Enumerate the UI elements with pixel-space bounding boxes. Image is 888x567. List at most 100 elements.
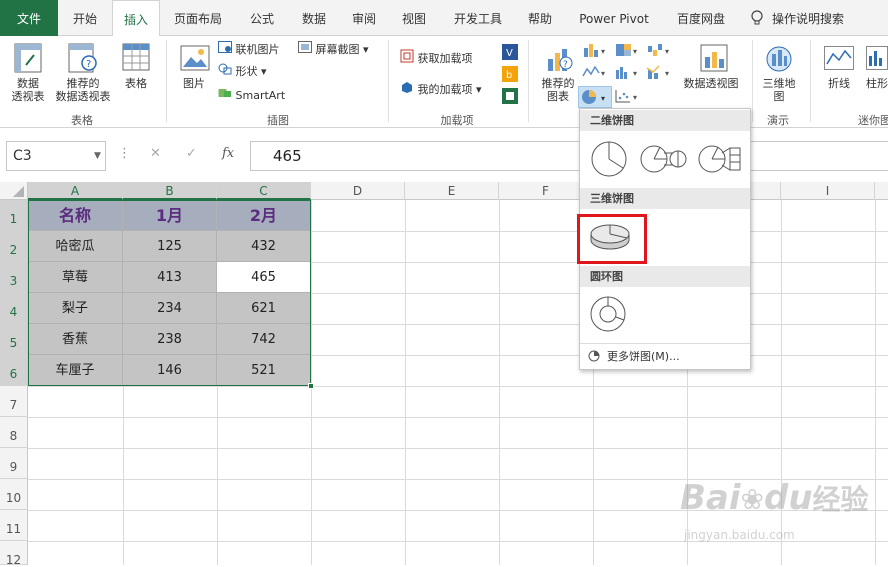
hierarchy-chart-icon[interactable]: ▾ <box>614 42 642 61</box>
grid-line <box>28 417 888 418</box>
picture-button[interactable]: 图片 <box>176 77 212 90</box>
tab-page-layout[interactable]: 页面布局 <box>164 0 232 36</box>
recommended-pivot-button[interactable]: 推荐的 数据透视表 <box>52 77 114 103</box>
tab-baidu-netdisk[interactable]: 百度网盘 <box>668 0 734 36</box>
tab-file[interactable]: 文件 <box>0 0 58 36</box>
section-donut: 圆环图 <box>580 266 750 287</box>
shapes-button[interactable]: 形状 ▾ <box>218 63 267 81</box>
donut-option[interactable] <box>589 295 627 336</box>
waterfall-chart-icon[interactable]: ▾ <box>646 42 674 61</box>
tab-help[interactable]: 帮助 <box>518 0 562 36</box>
more-pie-charts[interactable]: 更多饼图(M)... <box>588 348 680 365</box>
row-header-1[interactable]: 1 <box>0 200 28 231</box>
recommended-charts-button[interactable]: 推荐的 图表 <box>536 77 580 103</box>
ribbon-separator <box>752 40 753 122</box>
get-addins-button[interactable]: 获取加载项 <box>400 49 473 67</box>
row-header-9[interactable]: 9 <box>0 448 28 479</box>
shapes-icon <box>218 63 232 81</box>
column-header-d[interactable]: D <box>311 182 405 200</box>
insert-function-icon[interactable]: fx <box>222 146 234 161</box>
column-header-b[interactable]: B <box>123 182 217 200</box>
row-header-12[interactable]: 12 <box>0 541 28 567</box>
name-box[interactable]: C3 <box>6 141 106 171</box>
combo-chart-icon[interactable]: ▾ <box>646 64 674 83</box>
bar-of-pie-option[interactable] <box>698 142 744 179</box>
group-label-sparklines: 迷你图 <box>858 114 888 127</box>
pie-2d-option[interactable] <box>590 140 628 181</box>
row-header-10[interactable]: 10 <box>0 479 28 510</box>
enter-check-icon[interactable]: ✓ <box>186 146 197 161</box>
svg-text:▾: ▾ <box>633 93 637 102</box>
row-header-11[interactable]: 11 <box>0 510 28 541</box>
3d-map-button[interactable]: 三维地 图 <box>756 77 802 103</box>
smartart-button[interactable]: SmartArt <box>218 87 285 105</box>
row-header-8[interactable]: 8 <box>0 417 28 448</box>
sparkline-column-icon <box>866 46 888 73</box>
fill-handle[interactable] <box>308 383 314 389</box>
tab-formulas[interactable]: 公式 <box>240 0 284 36</box>
ribbon-separator <box>528 40 529 122</box>
paw-icon: ❀ <box>740 483 764 516</box>
tab-insert[interactable]: 插入 <box>112 0 160 37</box>
row-header-4[interactable]: 4 <box>0 293 28 324</box>
formula-input[interactable]: 465 <box>250 141 888 171</box>
column-chart-icon[interactable]: ▾ <box>582 42 610 61</box>
row-header-5[interactable]: 5 <box>0 324 28 355</box>
line-chart-icon[interactable]: ▾ <box>582 64 610 83</box>
my-addins-button[interactable]: 我的加载项 ▾ <box>400 80 482 98</box>
selection-range-border <box>28 200 311 386</box>
svg-text:▾: ▾ <box>665 69 669 78</box>
statistic-chart-icon[interactable]: ▾ <box>614 64 642 83</box>
tell-me-search[interactable]: 操作说明搜索 <box>772 0 858 36</box>
chevron-down-icon[interactable]: ▼ <box>94 151 101 161</box>
tab-home[interactable]: 开始 <box>60 0 110 36</box>
online-picture-icon <box>218 41 232 59</box>
pivot-table-button[interactable]: 数据 透视表 <box>6 77 50 103</box>
people-graph-icon[interactable] <box>502 88 518 107</box>
online-pictures-button[interactable]: 联机图片 <box>218 41 280 59</box>
recommended-charts-icon: ? <box>546 45 574 76</box>
tab-view[interactable]: 视图 <box>392 0 436 36</box>
group-label-addins: 加载项 <box>440 114 474 127</box>
pivot-chart-icon <box>700 44 728 75</box>
cancel-icon[interactable]: ✕ <box>150 146 161 161</box>
column-header-e[interactable]: E <box>405 182 499 200</box>
highlight-box <box>577 214 647 264</box>
sparkline-line-button[interactable]: 折线 <box>822 77 856 90</box>
svg-text:▾: ▾ <box>601 94 605 103</box>
pivot-chart-button[interactable]: 数据透视图 <box>676 77 746 90</box>
select-all-corner[interactable] <box>0 182 28 200</box>
row-header-7[interactable]: 7 <box>0 386 28 417</box>
group-label-tables: 表格 <box>71 114 93 127</box>
tab-power-pivot[interactable]: Power Pivot <box>574 0 654 36</box>
tab-developer[interactable]: 开发工具 <box>446 0 510 36</box>
ribbon-separator <box>388 40 389 122</box>
screenshot-button[interactable]: 屏幕截图 ▾ <box>298 41 369 59</box>
menu-divider <box>580 343 750 344</box>
row-header-3[interactable]: 3 <box>0 262 28 293</box>
grid-line <box>28 386 888 387</box>
ribbon-separator <box>810 40 811 122</box>
globe-icon <box>764 44 794 77</box>
column-header-a[interactable]: A <box>28 182 123 200</box>
svg-text:▾: ▾ <box>601 47 605 56</box>
tab-review[interactable]: 审阅 <box>342 0 386 36</box>
column-header-i[interactable]: I <box>781 182 875 200</box>
pie-of-pie-option[interactable] <box>640 142 688 179</box>
scatter-chart-icon[interactable]: ▾ <box>614 88 642 107</box>
bing-icon[interactable]: b <box>502 66 518 85</box>
row-header-6[interactable]: 6 <box>0 355 28 386</box>
more-options-icon: ⋮ <box>118 146 131 161</box>
svg-text:V: V <box>506 48 513 59</box>
column-header-c[interactable]: C <box>217 182 311 200</box>
my-addins-icon <box>400 80 414 100</box>
svg-text:?: ? <box>86 59 91 70</box>
visio-icon[interactable]: V <box>502 44 518 63</box>
pie-chart-button[interactable]: ▾ <box>578 86 612 108</box>
sparkline-column-button[interactable]: 柱形 <box>866 77 888 90</box>
table-button[interactable]: 表格 <box>116 77 156 90</box>
lightbulb-icon <box>750 10 764 29</box>
row-header-2[interactable]: 2 <box>0 231 28 262</box>
pie-small-icon <box>588 350 600 365</box>
tab-data[interactable]: 数据 <box>292 0 336 36</box>
